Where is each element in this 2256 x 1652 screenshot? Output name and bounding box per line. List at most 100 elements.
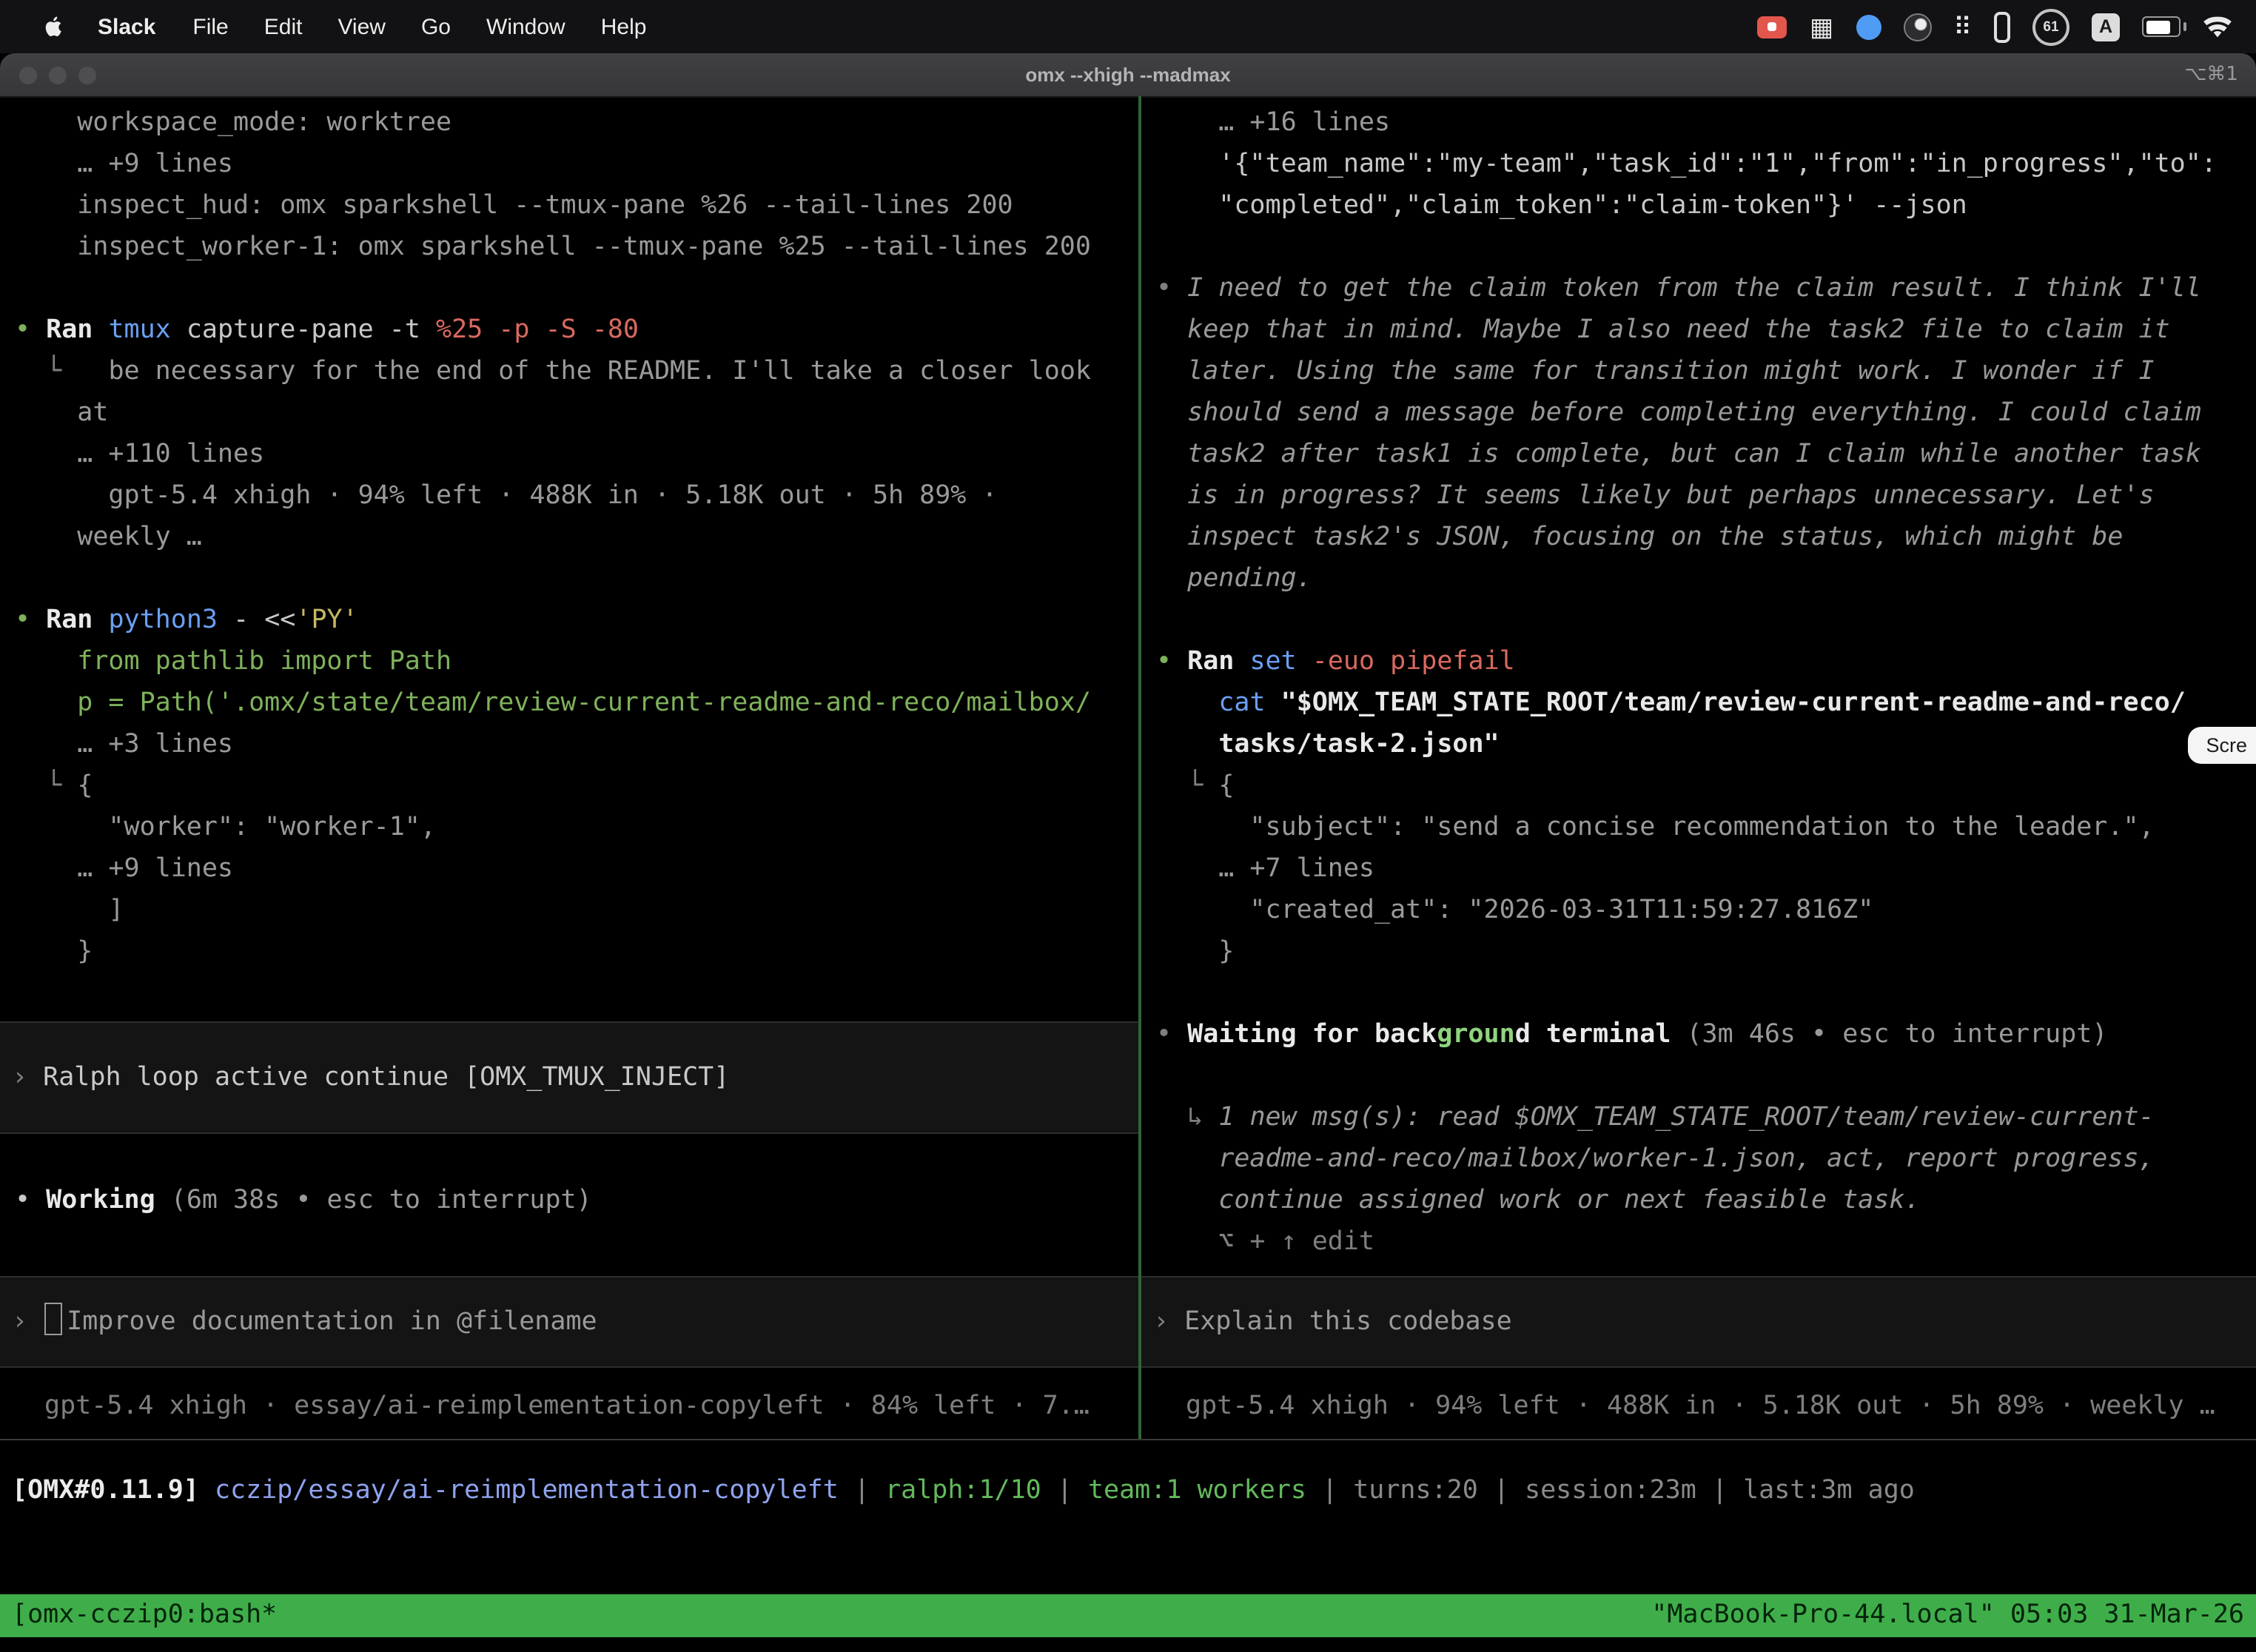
battery-nub bbox=[2183, 22, 2186, 31]
text-segment: • bbox=[15, 605, 46, 635]
text-segment: tasks/task-2.json" bbox=[1218, 730, 1499, 759]
terminal-line: … +110 lines bbox=[15, 434, 1138, 475]
text-segment: | bbox=[1478, 1476, 1525, 1505]
grid-icon[interactable]: ▦ bbox=[1810, 14, 1833, 39]
menu-edit[interactable]: Edit bbox=[246, 14, 320, 39]
text-segment: task2 after task1 is complete, but can I… bbox=[1156, 440, 2201, 469]
text-segment: last:3m ago bbox=[1743, 1476, 1915, 1505]
battery-fill bbox=[2146, 20, 2171, 33]
terminal-line: } bbox=[15, 931, 1138, 973]
macos-menu-bar: Slack File Edit View Go Window Help ▦ ⠿ … bbox=[0, 0, 2256, 53]
omx-inject-banner[interactable]: › Ralph loop active continue [OMX_TMUX_I… bbox=[0, 1021, 1138, 1134]
menu-view[interactable]: View bbox=[320, 14, 403, 39]
text-segment: ⌥ + ↑ edit bbox=[1156, 1227, 1374, 1257]
text-segment: inspect_worker-1: omx sparkshell --tmux-… bbox=[15, 232, 1091, 262]
menu-help[interactable]: Help bbox=[583, 14, 665, 39]
text-segment: team:1 workers bbox=[1088, 1476, 1306, 1505]
text-segment: d terminal bbox=[1515, 1020, 1671, 1050]
dark-app-icon[interactable] bbox=[1903, 13, 1931, 41]
menu-file[interactable]: File bbox=[175, 14, 246, 39]
terminal-line: from pathlib import Path bbox=[15, 641, 1138, 682]
menu-bar-left: Slack File Edit View Go Window Help bbox=[0, 13, 664, 40]
text-segment: … +110 lines bbox=[15, 440, 264, 469]
text-segment: • bbox=[1156, 1020, 1187, 1050]
text-segment: └ bbox=[15, 357, 108, 386]
text-segment: -euo pipefail bbox=[1312, 647, 1515, 676]
text-segment: [OMX#0.11.9] bbox=[12, 1476, 215, 1505]
text-segment: keep that in mind. Maybe I also need the… bbox=[1156, 315, 2170, 345]
terminal-line: gpt-5.4 xhigh · 94% left · 488K in · 5.1… bbox=[15, 475, 1138, 517]
text-segment: "worker": "worker-1", bbox=[15, 813, 436, 842]
terminal-line: "created_at": "2026-03-31T11:59:27.816Z" bbox=[1156, 890, 2256, 931]
text-segment: tmux bbox=[108, 315, 170, 345]
tmux-status-bar: [omx-cczip0:bash* "MacBook-Pro-44.local"… bbox=[0, 1594, 2256, 1637]
zoom-button[interactable] bbox=[78, 66, 96, 84]
text-segment: workspace_mode: worktree bbox=[15, 108, 451, 138]
text-segment: gpt-5.4 xhigh · essay/ai-reimplementatio… bbox=[44, 1391, 1090, 1421]
close-button[interactable] bbox=[19, 66, 37, 84]
text-segment: is in progress? It seems likely but perh… bbox=[1156, 481, 2155, 511]
menu-bar-status-icons: ▦ ⠿ 61 A bbox=[1758, 8, 2256, 45]
text-segment: should send a message before completing … bbox=[1156, 398, 2201, 428]
text-segment: later. Using the same for transition mig… bbox=[1156, 357, 2155, 386]
menu-app-name[interactable]: Slack bbox=[78, 14, 175, 39]
dots-icon[interactable]: ⠿ bbox=[1953, 14, 1972, 39]
tmux-host-clock: "MacBook-Pro-44.local" 05:03 31-Mar-26 bbox=[1651, 1594, 2244, 1637]
block-cursor bbox=[44, 1303, 62, 1335]
text-segment: | bbox=[1041, 1476, 1088, 1505]
pane-divider[interactable] bbox=[1138, 96, 1141, 1439]
text-segment: ralph:1/10 bbox=[885, 1476, 1041, 1505]
terminal-line: ↳ 1 new msg(s): read $OMX_TEAM_STATE_ROO… bbox=[1156, 1097, 2256, 1138]
blue-app-icon[interactable] bbox=[1856, 14, 1881, 39]
screen: Slack File Edit View Go Window Help ▦ ⠿ … bbox=[0, 0, 2256, 1652]
terminal-line: inspect_hud: omx sparkshell --tmux-pane … bbox=[15, 185, 1138, 226]
minimize-button[interactable] bbox=[49, 66, 67, 84]
menu-window[interactable]: Window bbox=[469, 14, 583, 39]
screen-recording-icon[interactable] bbox=[1758, 16, 1787, 38]
menu-go[interactable]: Go bbox=[403, 14, 469, 39]
tmux-pane-left[interactable]: workspace_mode: worktree … +9 lines insp… bbox=[0, 96, 1138, 1439]
battery-percent-badge[interactable]: 61 bbox=[2032, 8, 2069, 45]
terminal-line: pending. bbox=[1156, 558, 2256, 600]
terminal-line bbox=[1156, 973, 2256, 1014]
screen-capture-overlay[interactable]: Scre bbox=[2188, 727, 2256, 764]
prompt-input-left[interactable]: › Improve documentation in @filename bbox=[0, 1276, 1138, 1368]
terminal-line: … +9 lines bbox=[15, 848, 1138, 890]
terminal-line: • Ran set -euo pipefail bbox=[1156, 641, 2256, 682]
wifi-icon[interactable] bbox=[2203, 16, 2232, 38]
input-source-icon[interactable]: A bbox=[2092, 13, 2120, 41]
text-segment: set bbox=[1249, 647, 1296, 676]
battery-icon[interactable] bbox=[2142, 16, 2181, 37]
text-segment: | bbox=[1306, 1476, 1353, 1505]
terminal-window: omx --xhigh --madmax ⌥⌘1 workspace_mode:… bbox=[0, 53, 2256, 1652]
text-segment: "subject": "send a concise recommendatio… bbox=[1156, 813, 2155, 842]
key-icon[interactable] bbox=[1994, 11, 2010, 42]
text-segment: at bbox=[15, 398, 108, 428]
apple-logo bbox=[41, 13, 64, 40]
terminal-line bbox=[1156, 600, 2256, 641]
text-segment: 1 new msg(s): read $OMX_TEAM_STATE_ROOT/… bbox=[1218, 1103, 2154, 1132]
text-segment: › bbox=[12, 1063, 43, 1092]
text-segment: … +9 lines bbox=[15, 854, 233, 884]
text-segment: | bbox=[1696, 1476, 1743, 1505]
terminal-line: inspect_worker-1: omx sparkshell --tmux-… bbox=[15, 226, 1138, 268]
text-segment: capture-pane -t bbox=[171, 315, 436, 345]
tmux-pane-right[interactable]: … +16 lines '{"team_name":"my-team","tas… bbox=[1141, 96, 2256, 1439]
text-segment bbox=[1297, 647, 1312, 676]
apple-menu-icon[interactable] bbox=[27, 13, 78, 40]
window-titlebar[interactable]: omx --xhigh --madmax ⌥⌘1 bbox=[0, 53, 2256, 98]
prompt-input-right[interactable]: › Explain this codebase bbox=[1141, 1276, 2256, 1368]
text-segment: p = Path('.omx/state/team/review-current… bbox=[15, 688, 1091, 718]
text-segment: } bbox=[1156, 937, 1234, 967]
text-segment: python3 bbox=[108, 605, 218, 635]
terminal-line: later. Using the same for transition mig… bbox=[1156, 351, 2256, 392]
text-segment: cat bbox=[1218, 688, 1265, 718]
text-segment: (6m 38s • esc to interrupt) bbox=[155, 1186, 592, 1215]
terminal-line: └ { bbox=[15, 765, 1138, 807]
omx-inject-text: › Ralph loop active continue [OMX_TMUX_I… bbox=[0, 1057, 729, 1098]
text-segment: • bbox=[15, 1186, 46, 1215]
text-segment: cczip/essay/ai-reimplementation-copyleft bbox=[215, 1476, 839, 1505]
text-segment: • bbox=[15, 315, 46, 345]
text-segment: • bbox=[1156, 647, 1187, 676]
window-shortcut-hint: ⌥⌘1 bbox=[2184, 53, 2238, 96]
